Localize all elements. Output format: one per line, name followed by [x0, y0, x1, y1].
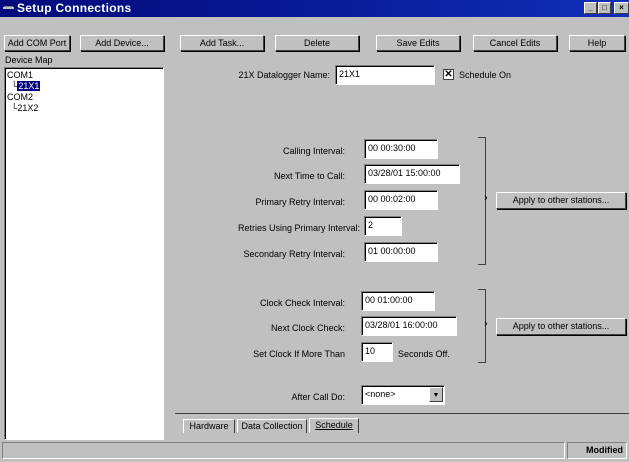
- chevron-down-icon[interactable]: ▼: [429, 387, 443, 402]
- close-button[interactable]: ×: [614, 2, 629, 14]
- tree-item-21x2[interactable]: 21X2: [17, 103, 38, 113]
- title-bar[interactable]: Setup Connections _ □ ×: [0, 0, 629, 17]
- add-com-port-button[interactable]: Add COM Port: [4, 35, 70, 51]
- secondary-retry-label: Secondary Retry Interval:: [243, 249, 345, 259]
- cancel-edits-button[interactable]: Cancel Edits: [473, 35, 557, 51]
- window-title: Setup Connections: [17, 1, 132, 15]
- tree-item-21x1[interactable]: 21X1: [17, 81, 41, 91]
- set-clock-label: Set Clock If More Than: [253, 349, 345, 359]
- retries-label: Retries Using Primary Interval:: [237, 223, 360, 233]
- schedule-on-checkbox[interactable]: ✕: [443, 69, 454, 80]
- next-clock-label: Next Clock Check:: [270, 323, 345, 333]
- bracket-arrow-icon: ›: [484, 318, 488, 330]
- next-time-label: Next Time to Call:: [273, 171, 345, 181]
- delete-button[interactable]: Delete: [275, 35, 359, 51]
- tab-data-collection[interactable]: Data Collection: [237, 419, 307, 433]
- set-clock-input[interactable]: 10: [361, 342, 393, 362]
- tab-schedule[interactable]: Schedule: [309, 418, 359, 433]
- tree-item-com1[interactable]: COM1: [7, 70, 40, 81]
- apply-other-stations-clock-button[interactable]: Apply to other stations...: [496, 318, 626, 335]
- next-clock-input[interactable]: 03/28/01 16:00:00: [361, 316, 457, 336]
- apply-other-stations-button[interactable]: Apply to other stations...: [496, 192, 626, 209]
- status-panel-main: [2, 442, 565, 459]
- tab-hardware[interactable]: Hardware: [183, 419, 235, 433]
- tree-item-21x2-row[interactable]: └21X2: [7, 103, 40, 114]
- status-modified: Modified: [567, 442, 627, 459]
- next-time-input[interactable]: 03/28/01 15:00:00: [364, 164, 460, 184]
- seconds-off-label: Seconds Off.: [398, 349, 450, 359]
- calling-interval-label: Calling Interval:: [282, 146, 345, 156]
- schedule-on-label: Schedule On: [459, 70, 512, 80]
- device-map-tree[interactable]: COM1 └21X1 COM2 └21X2: [4, 67, 164, 440]
- app-icon[interactable]: [3, 3, 14, 13]
- after-call-label: After Call Do:: [291, 392, 345, 402]
- minimize-button[interactable]: _: [584, 2, 597, 14]
- add-device-button[interactable]: Add Device...: [80, 35, 164, 51]
- clock-check-input[interactable]: 00 01:00:00: [361, 291, 435, 311]
- secondary-retry-input[interactable]: 01 00:00:00: [364, 242, 438, 262]
- save-edits-button[interactable]: Save Edits: [376, 35, 460, 51]
- tab-divider: [175, 413, 629, 414]
- maximize-button[interactable]: □: [598, 2, 611, 14]
- datalogger-name-input[interactable]: 21X1: [335, 65, 435, 85]
- tree-item-com2[interactable]: COM2: [7, 92, 40, 103]
- datalogger-name-label: 21X Datalogger Name:: [238, 70, 330, 80]
- add-task-button[interactable]: Add Task...: [180, 35, 264, 51]
- bracket-arrow-icon: ›: [484, 192, 488, 204]
- help-button[interactable]: Help: [569, 35, 625, 51]
- tree-item-21x1-row[interactable]: └21X1: [7, 81, 41, 92]
- calling-interval-input[interactable]: 00 00:30:00: [364, 139, 438, 159]
- primary-retry-input[interactable]: 00 00:02:00: [364, 190, 438, 210]
- device-map-header: Device Map: [5, 55, 53, 65]
- retries-input[interactable]: 2: [364, 216, 402, 236]
- primary-retry-label: Primary Retry Interval:: [255, 197, 345, 207]
- after-call-value: <none>: [365, 389, 396, 399]
- clock-check-label: Clock Check Interval:: [259, 298, 345, 308]
